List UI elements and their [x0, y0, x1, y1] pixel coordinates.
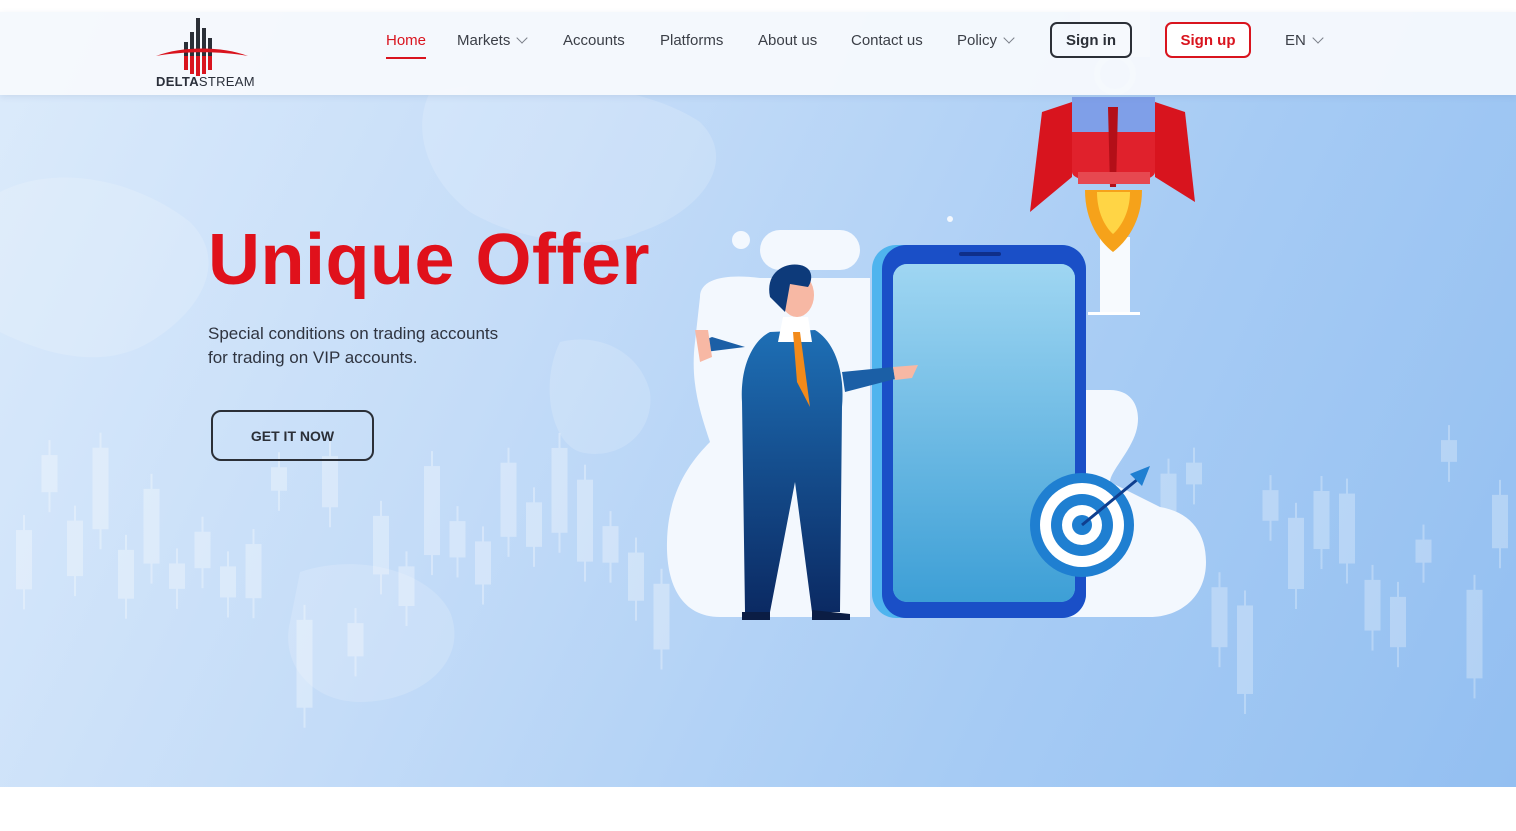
sign-in-button[interactable]: Sign in: [1050, 22, 1132, 58]
language-label: EN: [1285, 32, 1306, 49]
hero-section: Unique Offer Special conditions on tradi…: [0, 12, 1516, 787]
brand-name-rest: STREAM: [198, 74, 255, 89]
deltastream-logo-icon: [156, 18, 248, 76]
chevron-down-icon: [1003, 32, 1015, 44]
nav-item-platforms[interactable]: Platforms: [660, 32, 723, 49]
language-selector[interactable]: EN: [1285, 32, 1324, 49]
nav-item-home[interactable]: Home: [386, 32, 427, 59]
nav-item-policy[interactable]: Policy: [957, 32, 1015, 49]
nav-item-label: Platforms: [660, 32, 724, 49]
nav-item-label: Policy: [957, 32, 998, 49]
brand-wordmark: DELTASTREAM: [156, 74, 255, 89]
nav-item-contact-us[interactable]: Contact us: [851, 32, 923, 49]
nav-item-accounts[interactable]: Accounts: [563, 32, 625, 49]
nav-item-label: Markets: [457, 32, 511, 49]
brand-logo[interactable]: DELTASTREAM: [152, 18, 262, 92]
page: Unique Offer Special conditions on tradi…: [0, 0, 1516, 831]
nav-item-label: Contact us: [851, 32, 923, 49]
page-bottom-spacer: [0, 787, 1516, 831]
nav-item-markets[interactable]: Markets: [457, 32, 529, 49]
sign-up-button[interactable]: Sign up: [1165, 22, 1251, 58]
nav-item-about-us[interactable]: About us: [758, 32, 817, 49]
chevron-down-icon: [516, 32, 529, 44]
site-header: DELTASTREAM Home Markets Accounts Platfo…: [0, 12, 1516, 95]
nav-item-label: Accounts: [563, 32, 625, 49]
brand-name-bold: DELTA: [156, 74, 199, 89]
hero-illustration: [666, 12, 1206, 620]
nav-item-label: About us: [758, 32, 818, 49]
chevron-down-icon: [1312, 32, 1324, 44]
nav-item-label: Home: [386, 32, 427, 49]
